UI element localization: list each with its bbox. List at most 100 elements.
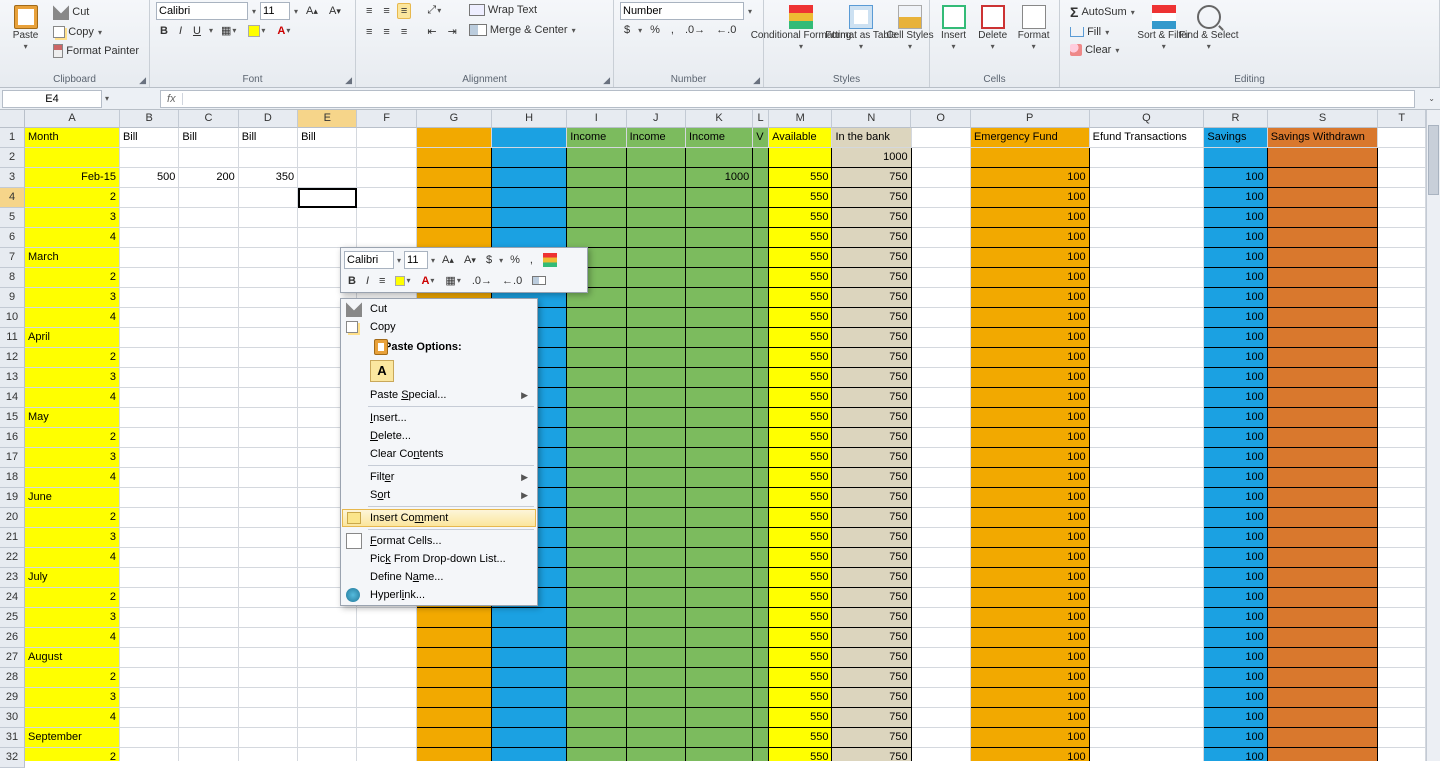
mini-shrink-font[interactable]: A▾ <box>460 252 480 268</box>
cell-J12[interactable] <box>627 348 686 368</box>
cell-R7[interactable]: 100 <box>1204 248 1267 268</box>
cell-J9[interactable] <box>627 288 686 308</box>
row-header-21[interactable]: 21 <box>0 528 25 548</box>
cell-K30[interactable] <box>686 708 753 728</box>
cell-M26[interactable]: 550 <box>769 628 832 648</box>
cell-O14[interactable] <box>912 388 971 408</box>
cell-I16[interactable] <box>567 428 626 448</box>
row-header-2[interactable]: 2 <box>0 148 25 168</box>
cell-Q27[interactable] <box>1090 648 1205 668</box>
currency-button[interactable]: $ <box>620 22 634 38</box>
cell-J2[interactable] <box>627 148 686 168</box>
cell-M31[interactable]: 550 <box>769 728 832 748</box>
cell-L22[interactable] <box>753 548 769 568</box>
row-header-11[interactable]: 11 <box>0 328 25 348</box>
cell-D3[interactable]: 350 <box>239 168 298 188</box>
cell-R9[interactable]: 100 <box>1204 288 1267 308</box>
cell-M13[interactable]: 550 <box>769 368 832 388</box>
cell-O6[interactable] <box>912 228 971 248</box>
cell-B15[interactable] <box>120 408 179 428</box>
cell-L13[interactable] <box>753 368 769 388</box>
cell-A27[interactable]: August <box>25 648 120 668</box>
cell-T19[interactable] <box>1378 488 1426 508</box>
cell-Q29[interactable] <box>1090 688 1205 708</box>
cell-S25[interactable] <box>1268 608 1379 628</box>
cell-I19[interactable] <box>567 488 626 508</box>
cell-E4[interactable] <box>298 188 357 208</box>
cell-K2[interactable] <box>686 148 753 168</box>
cell-F31[interactable] <box>357 728 416 748</box>
cell-A25[interactable]: 3 <box>25 608 120 628</box>
cell-D6[interactable] <box>239 228 298 248</box>
cell-M3[interactable]: 550 <box>769 168 832 188</box>
cell-I2[interactable] <box>567 148 626 168</box>
cell-A16[interactable]: 2 <box>25 428 120 448</box>
cell-O25[interactable] <box>912 608 971 628</box>
cell-H32[interactable] <box>492 748 567 761</box>
cell-K24[interactable] <box>686 588 753 608</box>
cell-S5[interactable] <box>1268 208 1379 228</box>
cell-H3[interactable] <box>492 168 567 188</box>
column-header-M[interactable]: M <box>769 110 832 128</box>
cell-Q17[interactable] <box>1090 448 1205 468</box>
cell-E25[interactable] <box>298 608 357 628</box>
cell-R31[interactable]: 100 <box>1204 728 1267 748</box>
cell-L32[interactable] <box>753 748 769 761</box>
cell-K6[interactable] <box>686 228 753 248</box>
cell-Q23[interactable] <box>1090 568 1205 588</box>
ctx-delete[interactable]: Delete... <box>342 427 536 445</box>
cell-P9[interactable]: 100 <box>971 288 1090 308</box>
mini-inc-decimal[interactable]: .0→ <box>468 273 496 289</box>
cell-K13[interactable] <box>686 368 753 388</box>
cell-B17[interactable] <box>120 448 179 468</box>
cell-B28[interactable] <box>120 668 179 688</box>
alignment-dialog-icon[interactable]: ◢ <box>603 75 610 86</box>
cell-A14[interactable]: 4 <box>25 388 120 408</box>
mini-border[interactable]: ▦▾ <box>441 272 465 289</box>
row-header-6[interactable]: 6 <box>0 228 25 248</box>
cell-D19[interactable] <box>239 488 298 508</box>
cell-J24[interactable] <box>627 588 686 608</box>
cell-Q30[interactable] <box>1090 708 1205 728</box>
cell-M29[interactable]: 550 <box>769 688 832 708</box>
mini-comma[interactable]: , <box>526 252 537 268</box>
cell-O26[interactable] <box>912 628 971 648</box>
cell-R1[interactable]: Savings <box>1204 128 1267 148</box>
cell-N20[interactable]: 750 <box>832 508 911 528</box>
cell-B23[interactable] <box>120 568 179 588</box>
cell-A17[interactable]: 3 <box>25 448 120 468</box>
cell-N13[interactable]: 750 <box>832 368 911 388</box>
cell-K28[interactable] <box>686 668 753 688</box>
column-header-D[interactable]: D <box>239 110 298 128</box>
cell-C26[interactable] <box>179 628 238 648</box>
cell-I27[interactable] <box>567 648 626 668</box>
cell-D29[interactable] <box>239 688 298 708</box>
cell-M4[interactable]: 550 <box>769 188 832 208</box>
cell-R24[interactable]: 100 <box>1204 588 1267 608</box>
cell-T10[interactable] <box>1378 308 1426 328</box>
cell-B26[interactable] <box>120 628 179 648</box>
name-box[interactable] <box>2 90 102 108</box>
cell-L28[interactable] <box>753 668 769 688</box>
cell-I21[interactable] <box>567 528 626 548</box>
cell-Q3[interactable] <box>1090 168 1205 188</box>
cell-C30[interactable] <box>179 708 238 728</box>
cell-T3[interactable] <box>1378 168 1426 188</box>
cell-C20[interactable] <box>179 508 238 528</box>
cell-G26[interactable] <box>417 628 492 648</box>
font-dialog-icon[interactable]: ◢ <box>345 75 352 86</box>
row-header-15[interactable]: 15 <box>0 408 25 428</box>
cell-D30[interactable] <box>239 708 298 728</box>
mini-grow-font[interactable]: A▴ <box>438 252 458 268</box>
column-header-C[interactable]: C <box>179 110 238 128</box>
cell-C28[interactable] <box>179 668 238 688</box>
cell-I20[interactable] <box>567 508 626 528</box>
cell-Q28[interactable] <box>1090 668 1205 688</box>
cell-N9[interactable]: 750 <box>832 288 911 308</box>
cell-M6[interactable]: 550 <box>769 228 832 248</box>
cell-E27[interactable] <box>298 648 357 668</box>
cell-A10[interactable]: 4 <box>25 308 120 328</box>
cell-S24[interactable] <box>1268 588 1379 608</box>
cell-Q6[interactable] <box>1090 228 1205 248</box>
cell-C22[interactable] <box>179 548 238 568</box>
